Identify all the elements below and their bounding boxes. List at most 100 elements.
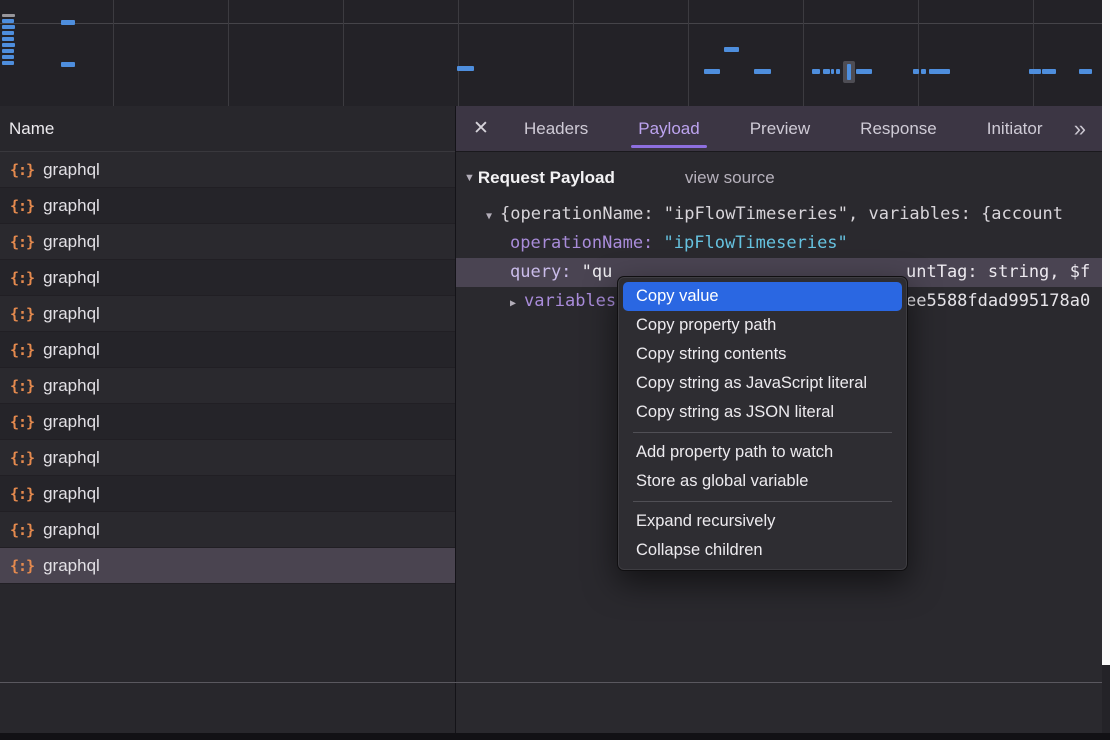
request-name: graphql xyxy=(43,376,100,396)
json-request-icon: {:} xyxy=(10,377,34,395)
request-name: graphql xyxy=(43,412,100,432)
request-name: graphql xyxy=(43,304,100,324)
timeline-request-bar xyxy=(2,14,15,17)
timeline-request-bar xyxy=(1029,69,1041,74)
json-request-icon: {:} xyxy=(10,521,34,539)
timeline-request-bar xyxy=(61,20,75,25)
tree-row-root[interactable]: ▼ {operationName: "ipFlowTimeseries", var… xyxy=(456,200,1102,229)
timeline-request-bar xyxy=(831,69,834,74)
timeline-request-bar xyxy=(812,69,820,74)
timeline-request-bar xyxy=(2,61,14,65)
name-column-header[interactable]: Name xyxy=(0,106,455,152)
property-key: query: xyxy=(510,262,571,282)
name-column-label: Name xyxy=(9,119,54,138)
detail-tab-bar: ✕ Headers Payload Preview Response Initiator… xyxy=(456,106,1102,152)
request-name: graphql xyxy=(43,232,100,252)
menu-item-copy-value[interactable]: Copy value xyxy=(623,282,902,311)
timeline-gridline xyxy=(573,0,574,106)
timeline-request-bar xyxy=(913,69,919,74)
view-source-link[interactable]: view source xyxy=(685,168,775,188)
menu-item-collapse-children[interactable]: Collapse children xyxy=(623,536,902,565)
tab-initiator[interactable]: Initiator xyxy=(985,106,1045,151)
property-key: operationName: xyxy=(510,233,653,253)
timeline-gridline xyxy=(458,0,459,106)
request-row-graphql[interactable]: {:}graphql xyxy=(0,224,455,260)
timeline-request-bar xyxy=(929,69,950,74)
close-icon[interactable]: ✕ xyxy=(456,106,506,151)
request-name: graphql xyxy=(43,160,100,180)
tab-headers[interactable]: Headers xyxy=(522,106,590,151)
request-name: graphql xyxy=(43,448,100,468)
timeline-request-bar xyxy=(921,69,926,74)
menu-item-copy-string-as-javascript-literal[interactable]: Copy string as JavaScript literal xyxy=(623,369,902,398)
request-row-graphql[interactable]: {:}graphql xyxy=(0,404,455,440)
timeline-request-bar xyxy=(1079,69,1092,74)
network-overview-timeline[interactable] xyxy=(0,0,1102,107)
property-value-right: untTag: string, $f xyxy=(906,258,1090,287)
request-row-graphql[interactable]: {:} graphql xyxy=(0,152,455,188)
request-row-graphql[interactable]: {:} graphql xyxy=(0,512,455,548)
request-name: graphql xyxy=(43,340,100,360)
timeline-request-bar xyxy=(2,43,15,47)
request-name: graphql xyxy=(43,268,100,288)
request-name: graphql xyxy=(43,484,100,504)
timeline-request-bar xyxy=(2,25,15,29)
timeline-request-bar xyxy=(2,31,14,35)
menu-item-add-property-path-to-watch[interactable]: Add property path to watch xyxy=(623,438,902,467)
property-value: "ipFlowTimeseries" xyxy=(664,233,848,253)
request-list-panel: Name {:} graphql {:} graphql {:} graphql {:} gr… xyxy=(0,106,456,733)
request-row-graphql[interactable]: {:} graphql xyxy=(0,296,455,332)
tab-strip: Headers Payload Preview Response Initiator xyxy=(522,106,1044,151)
timeline-gridline xyxy=(918,0,919,106)
menu-item-store-as-global-variable[interactable]: Store as global variable xyxy=(623,467,902,496)
request-row-graphql[interactable]: {:}graphql xyxy=(0,476,455,512)
timeline-gridline xyxy=(1033,0,1034,106)
tab-payload[interactable]: Payload xyxy=(636,106,701,151)
json-request-icon: {:} xyxy=(10,305,34,323)
menu-item-copy-property-path[interactable]: Copy property path xyxy=(623,311,902,340)
menu-item-copy-string-contents[interactable]: Copy string contents xyxy=(623,340,902,369)
context-menu: Copy valueCopy property pathCopy string … xyxy=(617,276,908,571)
request-row-graphql[interactable]: {:}graphql xyxy=(0,548,455,584)
property-value-right: ee5588fdad995178a0 xyxy=(906,287,1090,316)
menu-item-copy-string-as-json-literal[interactable]: Copy string as JSON literal xyxy=(623,398,902,427)
menu-item-expand-recursively[interactable]: Expand recursively xyxy=(623,507,902,536)
collapsed-triangle-icon[interactable]: ▶ xyxy=(510,298,516,309)
timeline-request-bar xyxy=(823,69,830,74)
json-request-icon: {:} xyxy=(10,341,34,359)
window-bottom-edge xyxy=(0,733,1110,740)
json-request-icon: {:} xyxy=(10,269,34,287)
request-row-graphql[interactable]: {:} graphql xyxy=(0,368,455,404)
timeline-request-bar xyxy=(61,62,75,67)
request-row-graphql[interactable]: {:}graphql xyxy=(0,440,455,476)
timeline-request-bar xyxy=(2,19,14,23)
tree-row-operation-name[interactable]: operationName: "ipFlowTimeseries" xyxy=(456,229,1102,258)
timeline-gridline xyxy=(688,0,689,106)
more-tabs-icon[interactable]: » xyxy=(1074,116,1086,142)
timeline-request-bar xyxy=(856,69,872,74)
menu-separator xyxy=(633,501,892,502)
timeline-gridline xyxy=(803,0,804,106)
collapse-triangle-icon[interactable]: ▼ xyxy=(464,172,475,184)
timeline-gridline xyxy=(343,0,344,106)
tab-response[interactable]: Response xyxy=(858,106,939,151)
json-request-icon: {:} xyxy=(10,161,34,179)
timeline-request-bar xyxy=(836,69,840,74)
request-row-graphql[interactable]: {:} graphql xyxy=(0,332,455,368)
timeline-request-bar xyxy=(1042,69,1056,74)
tab-preview[interactable]: Preview xyxy=(748,106,812,151)
timeline-request-bar xyxy=(724,47,739,52)
expanded-triangle-icon[interactable]: ▼ xyxy=(486,211,492,222)
timeline-gridline xyxy=(113,0,114,106)
request-payload-section-header: ▼ Request Payload view source xyxy=(456,166,1102,190)
json-request-icon: {:} xyxy=(10,197,34,215)
request-row-graphql[interactable]: {:}graphql xyxy=(0,188,455,224)
timeline-gridline xyxy=(228,0,229,106)
request-name: graphql xyxy=(43,520,100,540)
request-row-graphql[interactable]: {:} graphql xyxy=(0,260,455,296)
timeline-horizontal-rule xyxy=(0,23,1102,24)
root-summary-text: {operationName: "ipFlowTimeseries", vari… xyxy=(500,204,1063,224)
property-value-left: "qu xyxy=(582,262,613,282)
section-title: Request Payload xyxy=(478,168,615,188)
timeline-request-bar xyxy=(754,69,771,74)
